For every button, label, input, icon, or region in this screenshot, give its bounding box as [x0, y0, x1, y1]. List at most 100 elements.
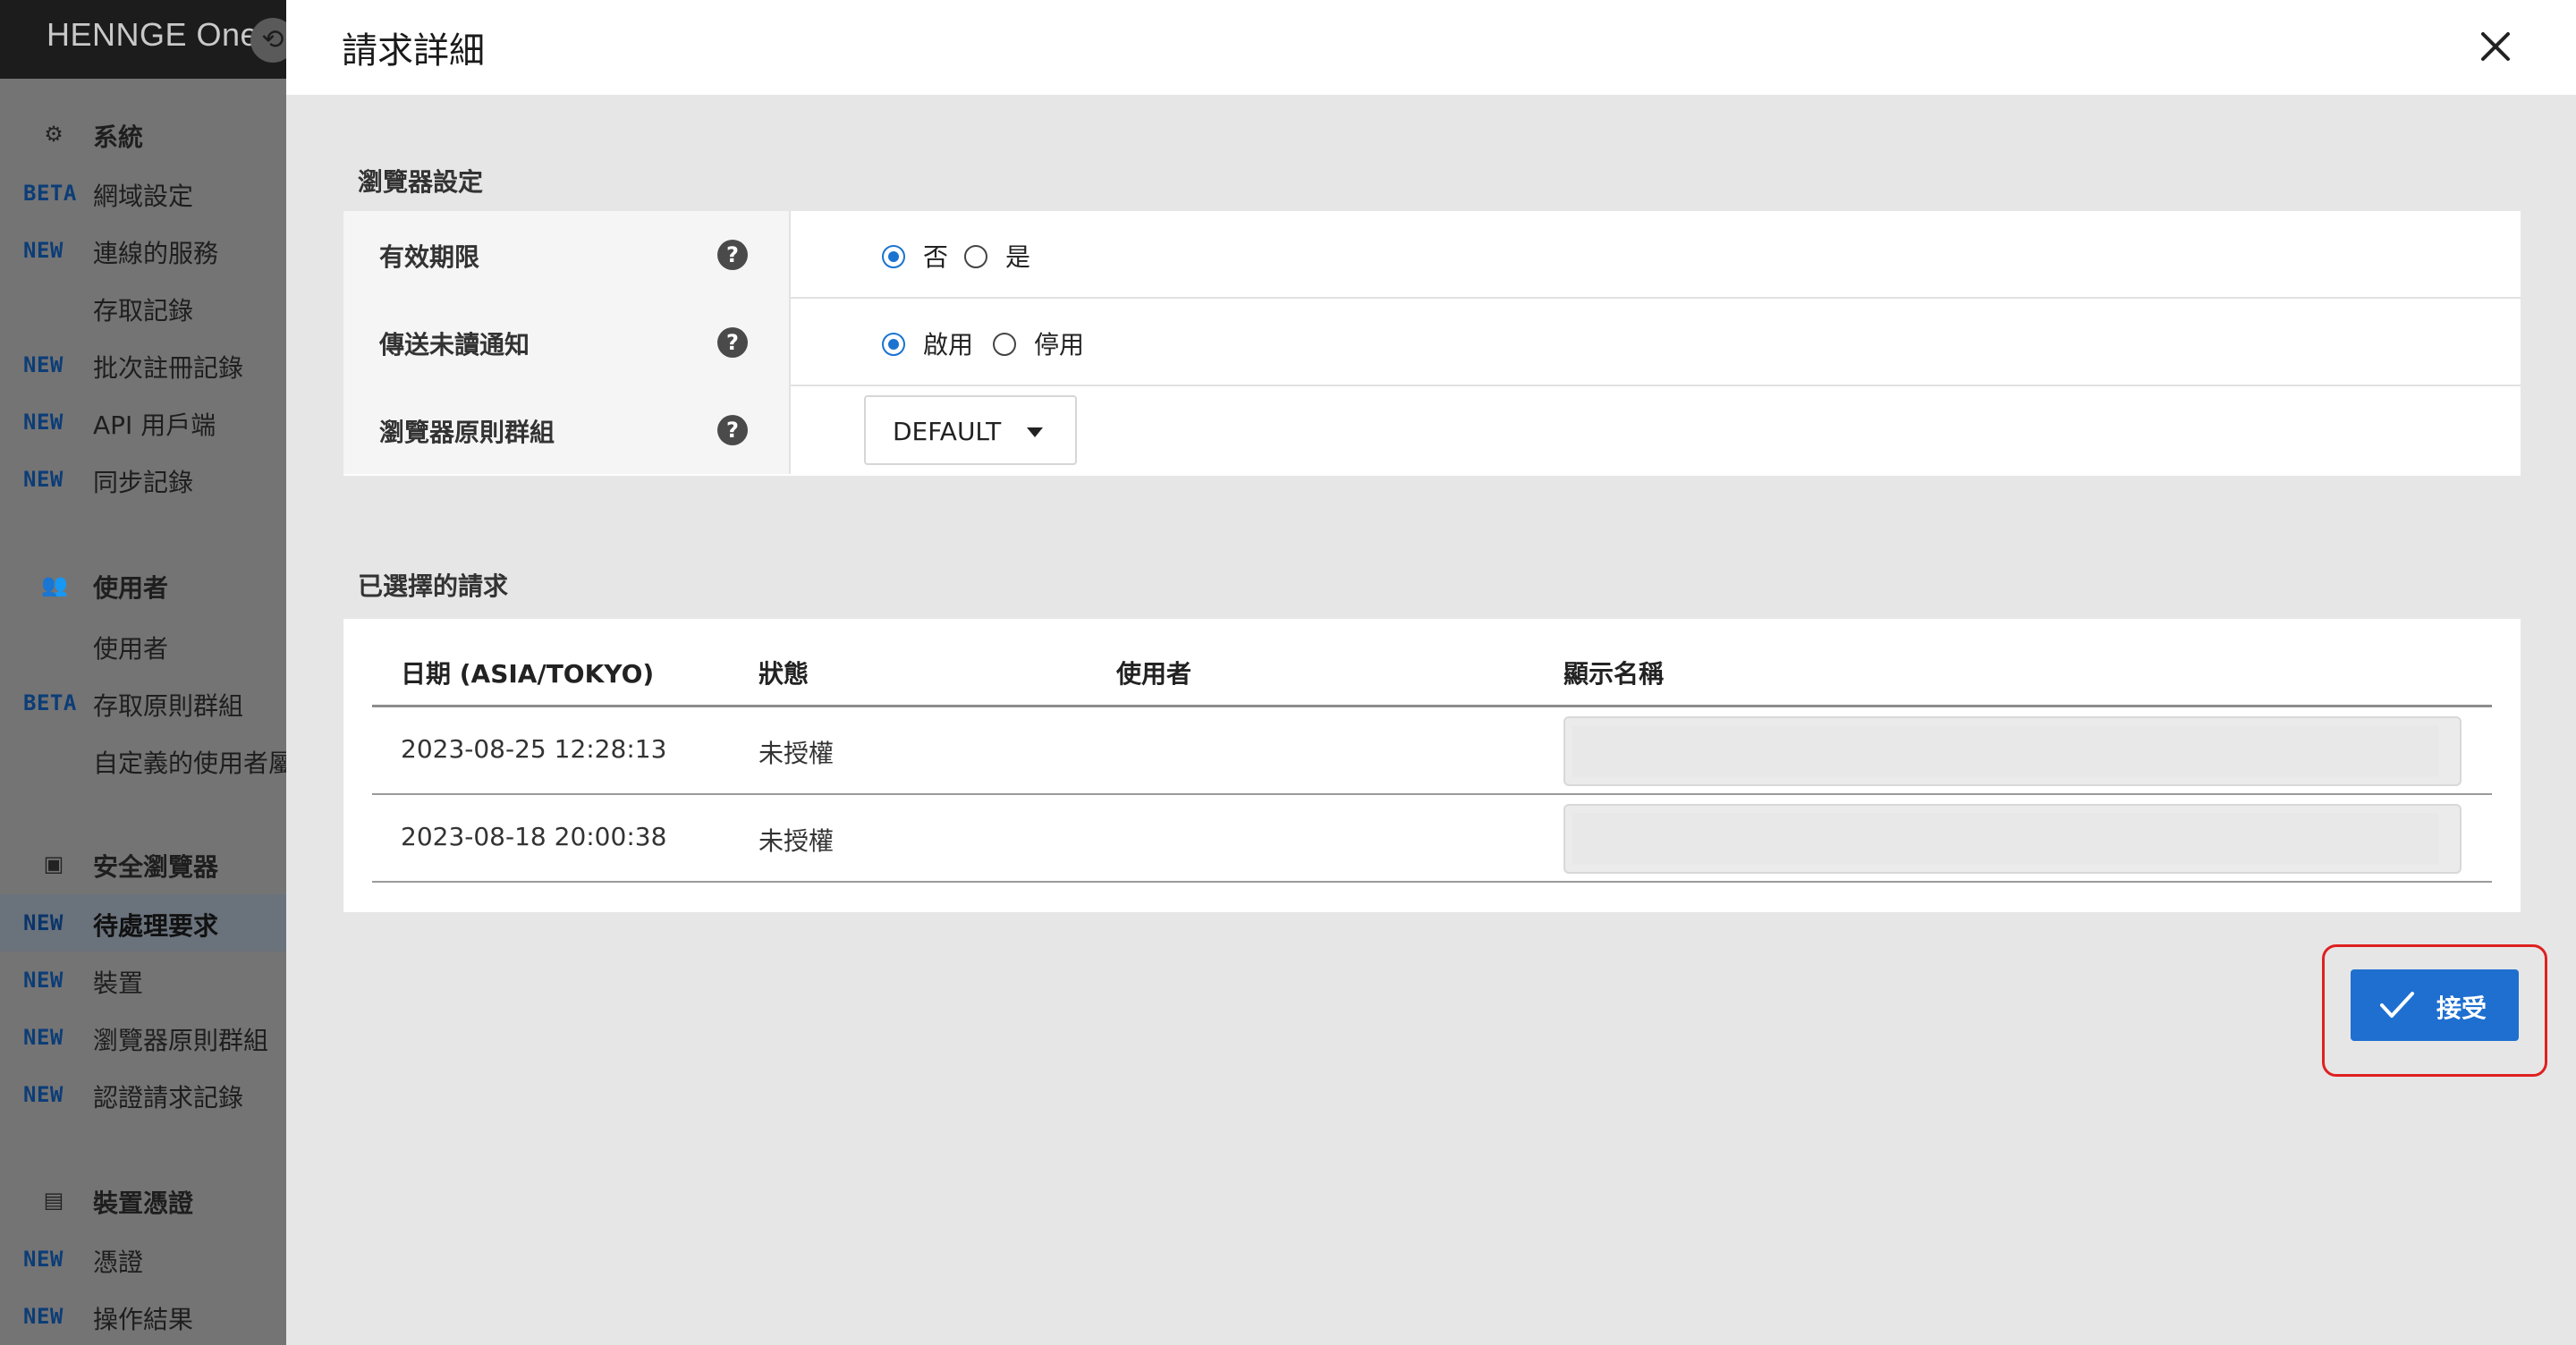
new-badge: NEW	[23, 410, 64, 435]
sidebar-item-devices[interactable]: NEW 裝置	[0, 952, 286, 1009]
expiry-yes-radio[interactable]	[964, 245, 987, 268]
new-badge: NEW	[23, 910, 64, 935]
help-icon[interactable]: ?	[717, 327, 748, 358]
new-badge: NEW	[23, 1025, 64, 1050]
sidebar-item-label: 裝置	[93, 969, 144, 998]
sidebar-item-auth-request-logs[interactable]: NEW 認證請求記錄	[0, 1066, 286, 1123]
cell-date: 2023-08-18 20:00:38	[401, 822, 667, 851]
table-row: 2023-08-18 20:00:38 未授權	[372, 795, 2492, 883]
sidebar-item-sync-logs[interactable]: NEW 同步記錄	[0, 451, 286, 508]
policy-group-select[interactable]: DEFAULT	[864, 395, 1077, 465]
selected-requests-table: 日期 (ASIA/TOKYO) 狀態 使用者 顯示名稱 2023-08-25 1…	[343, 619, 2521, 912]
sidebar-item-label: 批次註冊記錄	[93, 353, 244, 383]
display-name-value	[1572, 725, 2438, 777]
beta-badge: BETA	[23, 690, 77, 715]
setting-row-expiry: 有效期限 ? 否 是	[343, 211, 2521, 299]
display-name-input[interactable]	[1563, 716, 2462, 786]
help-icon[interactable]: ?	[717, 240, 748, 270]
sidebar-item-access-policy-groups[interactable]: BETA 存取原則群組	[0, 674, 286, 732]
new-badge: NEW	[23, 467, 64, 492]
setting-label: 瀏覽器原則群組	[379, 418, 555, 447]
beta-badge: BETA	[23, 181, 77, 206]
sidebar-item-label: 連線的服務	[93, 239, 219, 268]
sidebar-section-users: 👥 使用者	[0, 565, 286, 603]
modal-header: 請求詳細	[286, 0, 2576, 95]
users-icon: 👥	[41, 572, 68, 597]
brand-header: HENNGE One ⟲	[0, 0, 286, 79]
sidebar-item-api-clients[interactable]: NEW API 用戶端	[0, 393, 286, 451]
caret-down-icon	[1027, 427, 1043, 437]
radio-label: 否	[923, 242, 949, 272]
column-header-status: 狀態	[758, 659, 809, 689]
sidebar-section-label: 系統	[93, 123, 144, 152]
table-row: 2023-08-25 12:28:13 未授權	[372, 707, 2492, 795]
gear-icon: ⚙	[44, 122, 64, 147]
new-badge: NEW	[23, 968, 64, 993]
sidebar-section-system: ⚙ 系統	[0, 114, 286, 152]
sidebar-item-bulk-registration-logs[interactable]: NEW 批次註冊記錄	[0, 336, 286, 393]
display-name-value	[1572, 813, 2438, 865]
brand-logo-text: HENNGE One	[47, 16, 259, 53]
select-value: DEFAULT	[893, 417, 1002, 446]
sidebar-item-label: 待處理要求	[93, 911, 219, 941]
request-details-modal: 請求詳細 瀏覽器設定 有效期限 ? 否 是 傳送未讀通知 ? 啟用 停用 瀏覽器…	[286, 0, 2576, 1345]
brand-logo-icon: ⟲	[250, 18, 286, 63]
expiry-no-radio[interactable]	[882, 245, 905, 268]
sidebar-item-label: 存取記錄	[93, 296, 194, 326]
sidebar-section-label: 安全瀏覽器	[93, 852, 219, 882]
sidebar-item-access-logs[interactable]: 存取記錄	[0, 279, 286, 336]
close-button[interactable]	[2469, 20, 2522, 73]
sidebar-item-label: 自定義的使用者屬性	[93, 749, 286, 778]
close-icon	[2481, 32, 2510, 61]
sidebar-item-certificates[interactable]: NEW 憑證	[0, 1231, 286, 1288]
browser-settings-title: 瀏覽器設定	[358, 167, 484, 197]
sidebar-section-device-certificates: ▤ 裝置憑證	[0, 1180, 286, 1218]
sidebar-item-label: 同步記錄	[93, 468, 194, 497]
setting-row-unread-notice: 傳送未讀通知 ? 啟用 停用	[343, 299, 2521, 386]
radio-label: 停用	[1034, 330, 1085, 360]
sidebar-item-pending-requests[interactable]: NEW 待處理要求	[0, 894, 286, 952]
accept-button[interactable]: 接受	[2351, 969, 2519, 1041]
new-badge: NEW	[23, 1304, 64, 1329]
setting-label-cell: 傳送未讀通知 ?	[343, 299, 791, 386]
sidebar-item-browser-policy-groups[interactable]: NEW 瀏覽器原則群組	[0, 1009, 286, 1066]
sidebar-item-label: 網域設定	[93, 182, 194, 211]
browser-icon: ▣	[43, 851, 64, 876]
sidebar-item-label: 存取原則群組	[93, 691, 244, 721]
accept-button-label: 接受	[2436, 994, 2487, 1023]
selected-requests-title: 已選擇的請求	[358, 571, 509, 601]
cell-date: 2023-08-25 12:28:13	[401, 734, 667, 764]
sidebar-section-secure-browser: ▣ 安全瀏覽器	[0, 844, 286, 882]
new-badge: NEW	[23, 352, 64, 377]
new-badge: NEW	[23, 238, 64, 263]
new-badge: NEW	[23, 1247, 64, 1272]
sidebar-item-operation-results[interactable]: NEW 操作結果	[0, 1288, 286, 1345]
radio-label: 是	[1005, 242, 1031, 272]
sidebar-item-label: 使用者	[93, 634, 169, 664]
display-name-input[interactable]	[1563, 804, 2462, 874]
cell-status: 未授權	[758, 739, 835, 768]
notice-enable-radio[interactable]	[882, 333, 905, 356]
checkmark-icon	[2380, 992, 2414, 1018]
sidebar-item-label: 操作結果	[93, 1305, 194, 1334]
sidebar-item-users[interactable]: 使用者	[0, 617, 286, 674]
sidebar-item-label: 憑證	[93, 1248, 144, 1277]
radio-label: 啟用	[923, 330, 974, 360]
notice-disable-radio[interactable]	[993, 333, 1016, 356]
setting-label: 傳送未讀通知	[379, 330, 530, 360]
sidebar-item-domain-settings[interactable]: BETA 網域設定	[0, 165, 286, 222]
sidebar-item-label: API 用戶端	[93, 410, 216, 440]
cell-status: 未授權	[758, 826, 835, 856]
setting-label-cell: 瀏覽器原則群組 ?	[343, 386, 791, 474]
column-header-date: 日期 (ASIA/TOKYO)	[401, 659, 655, 689]
sidebar-item-custom-user-attributes[interactable]: 自定義的使用者屬性	[0, 732, 286, 789]
new-badge: NEW	[23, 1082, 64, 1107]
sidebar-item-connected-services[interactable]: NEW 連線的服務	[0, 222, 286, 279]
help-icon[interactable]: ?	[717, 415, 748, 445]
sidebar-section-label: 使用者	[93, 573, 169, 603]
certificate-icon: ▤	[43, 1188, 64, 1213]
browser-settings-table: 有效期限 ? 否 是 傳送未讀通知 ? 啟用 停用 瀏覽器原則群組 ? DEFA…	[343, 211, 2521, 476]
setting-row-policy-group: 瀏覽器原則群組 ? DEFAULT	[343, 386, 2521, 474]
setting-label-cell: 有效期限 ?	[343, 211, 791, 299]
sidebar: HENNGE One ⟲ ⚙ 系統 BETA 網域設定 NEW 連線的服務 存取…	[0, 0, 286, 1345]
